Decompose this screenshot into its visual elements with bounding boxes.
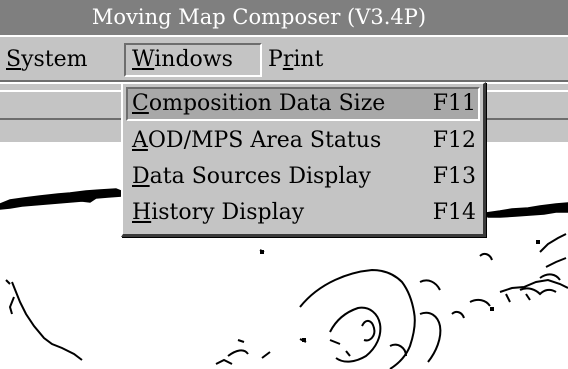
menu-item-data-sources-display[interactable]: Data Sources Display F13 <box>126 160 480 194</box>
menu-item-label: AOD/MPS Area Status <box>132 128 382 153</box>
menu-item-label: Composition Data Size <box>132 91 386 116</box>
menu-system[interactable]: System <box>0 43 94 77</box>
menu-system-label: System <box>6 47 88 72</box>
shortcut-key: F11 <box>432 91 476 116</box>
menu-item-aod-mps-area-status[interactable]: AOD/MPS Area Status F12 <box>126 124 480 158</box>
shortcut-key: F14 <box>432 200 476 225</box>
menu-bar: System Windows Print <box>0 35 568 82</box>
menu-windows[interactable]: Windows <box>124 43 262 77</box>
menu-item-composition-data-size[interactable]: Composition Data Size F11 <box>126 87 480 121</box>
shortcut-key: F12 <box>432 128 476 153</box>
menu-print[interactable]: Print <box>262 43 329 77</box>
windows-dropdown-menu: Composition Data Size F11 AOD/MPS Area S… <box>121 82 486 237</box>
menu-item-label: History Display <box>132 200 305 225</box>
shortcut-key: F13 <box>432 164 476 189</box>
menu-print-label: Print <box>268 47 324 72</box>
menu-item-label: Data Sources Display <box>132 164 371 189</box>
menu-item-history-display[interactable]: History Display F14 <box>126 196 480 230</box>
window-title: Moving Map Composer (V3.4P) <box>91 5 427 29</box>
menu-windows-label: Windows <box>132 47 233 72</box>
window-title-bar[interactable]: Moving Map Composer (V3.4P) <box>0 0 568 35</box>
